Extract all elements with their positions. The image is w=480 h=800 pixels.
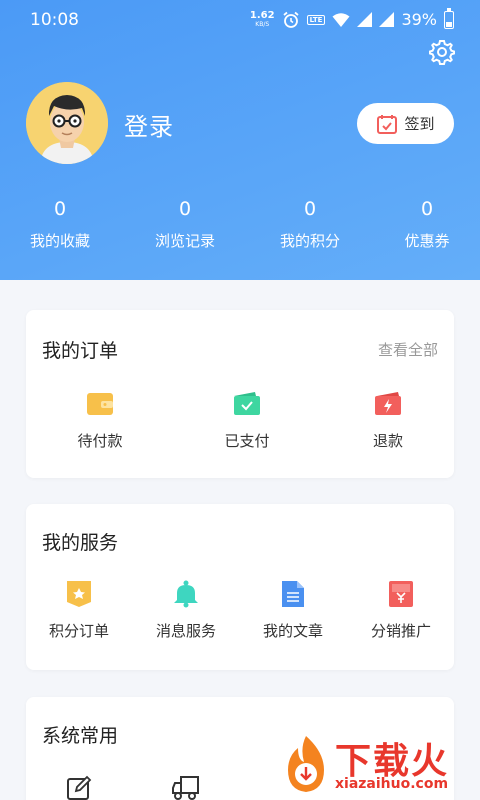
order-pending-payment[interactable]: 待付款 xyxy=(45,388,155,451)
edit-icon[interactable] xyxy=(66,775,92,800)
view-all-orders-link[interactable]: 查看全部 xyxy=(378,339,438,360)
stat-value: 0 xyxy=(53,198,67,220)
stat-value: 0 xyxy=(420,198,434,220)
service-item-label: 消息服务 xyxy=(155,622,216,640)
delivery-truck-icon[interactable] xyxy=(172,775,200,800)
battery-fill xyxy=(446,21,452,27)
orders-card: 我的订单 查看全部 待付款 已支付 退款 xyxy=(26,310,454,478)
service-points-order[interactable]: 积分订单 xyxy=(24,578,134,641)
service-my-articles[interactable]: 我的文章 xyxy=(238,578,348,641)
signal-icon xyxy=(357,12,373,27)
order-item-label: 退款 xyxy=(372,432,403,450)
paid-icon xyxy=(234,392,260,415)
battery-percent: 39% xyxy=(401,10,437,29)
service-item-label: 分销推广 xyxy=(370,622,431,640)
refund-icon xyxy=(375,392,401,415)
profile-header: 10:08 1.62 KB/S LTE 39% 登录 签到 0 我的收藏 0 浏… xyxy=(0,0,480,280)
alarm-icon xyxy=(283,11,299,28)
lte-badge: LTE xyxy=(306,14,326,25)
stat-label: 浏览记录 xyxy=(154,232,215,250)
stat-value: 0 xyxy=(303,198,317,220)
avatar[interactable] xyxy=(26,82,108,164)
settings-gear-icon[interactable] xyxy=(428,38,456,66)
signal-icon-2 xyxy=(379,12,395,27)
document-icon xyxy=(282,581,304,607)
calendar-check-icon xyxy=(377,114,398,134)
status-time: 10:08 xyxy=(30,10,79,30)
order-item-label: 已支付 xyxy=(224,432,270,450)
stat-coupons[interactable]: 0 优惠券 xyxy=(377,198,477,251)
service-item-label: 我的文章 xyxy=(262,622,323,640)
login-link[interactable]: 登录 xyxy=(124,107,174,142)
system-title: 系统常用 xyxy=(42,725,119,747)
service-messages[interactable]: 消息服务 xyxy=(131,578,241,641)
stat-label: 我的积分 xyxy=(279,232,340,250)
avatar-illustration xyxy=(26,82,108,164)
stat-label: 我的收藏 xyxy=(29,232,90,250)
speed-unit: KB/S xyxy=(255,20,270,28)
battery-icon xyxy=(444,7,454,29)
distribution-icon xyxy=(389,581,413,607)
network-speed: 1.62 KB/S xyxy=(249,9,275,29)
services-card: 我的服务 积分订单 消息服务 我的文章 分销推广 xyxy=(26,504,454,670)
service-item-label: 积分订单 xyxy=(48,622,109,640)
status-icons: 1.62 KB/S LTE 39% xyxy=(249,7,454,29)
stat-history[interactable]: 0 浏览记录 xyxy=(135,198,235,251)
stat-label: 优惠券 xyxy=(404,232,450,250)
order-paid[interactable]: 已支付 xyxy=(192,388,302,451)
status-bar: 10:08 1.62 KB/S LTE 39% xyxy=(0,0,480,40)
wallet-icon xyxy=(87,393,113,415)
orders-title: 我的订单 xyxy=(42,340,119,362)
order-refund[interactable]: 退款 xyxy=(333,388,443,451)
points-order-icon xyxy=(67,581,91,607)
watermark-url: xiazaihuo.com xyxy=(335,776,449,792)
order-item-label: 待付款 xyxy=(77,432,123,450)
bell-icon xyxy=(174,580,198,608)
wifi-icon xyxy=(332,12,350,27)
speed-value: 1.62 xyxy=(249,9,275,21)
service-distribution[interactable]: 分销推广 xyxy=(346,578,456,641)
checkin-label: 签到 xyxy=(404,115,435,133)
flame-logo-icon xyxy=(288,736,324,792)
stat-points[interactable]: 0 我的积分 xyxy=(260,198,360,251)
download-site-watermark: 下载火 xiazaihuo.com xyxy=(280,728,480,800)
stat-value: 0 xyxy=(178,198,192,220)
checkin-button[interactable]: 签到 xyxy=(357,103,454,144)
services-title: 我的服务 xyxy=(42,532,119,554)
stat-favorites[interactable]: 0 我的收藏 xyxy=(10,198,110,251)
